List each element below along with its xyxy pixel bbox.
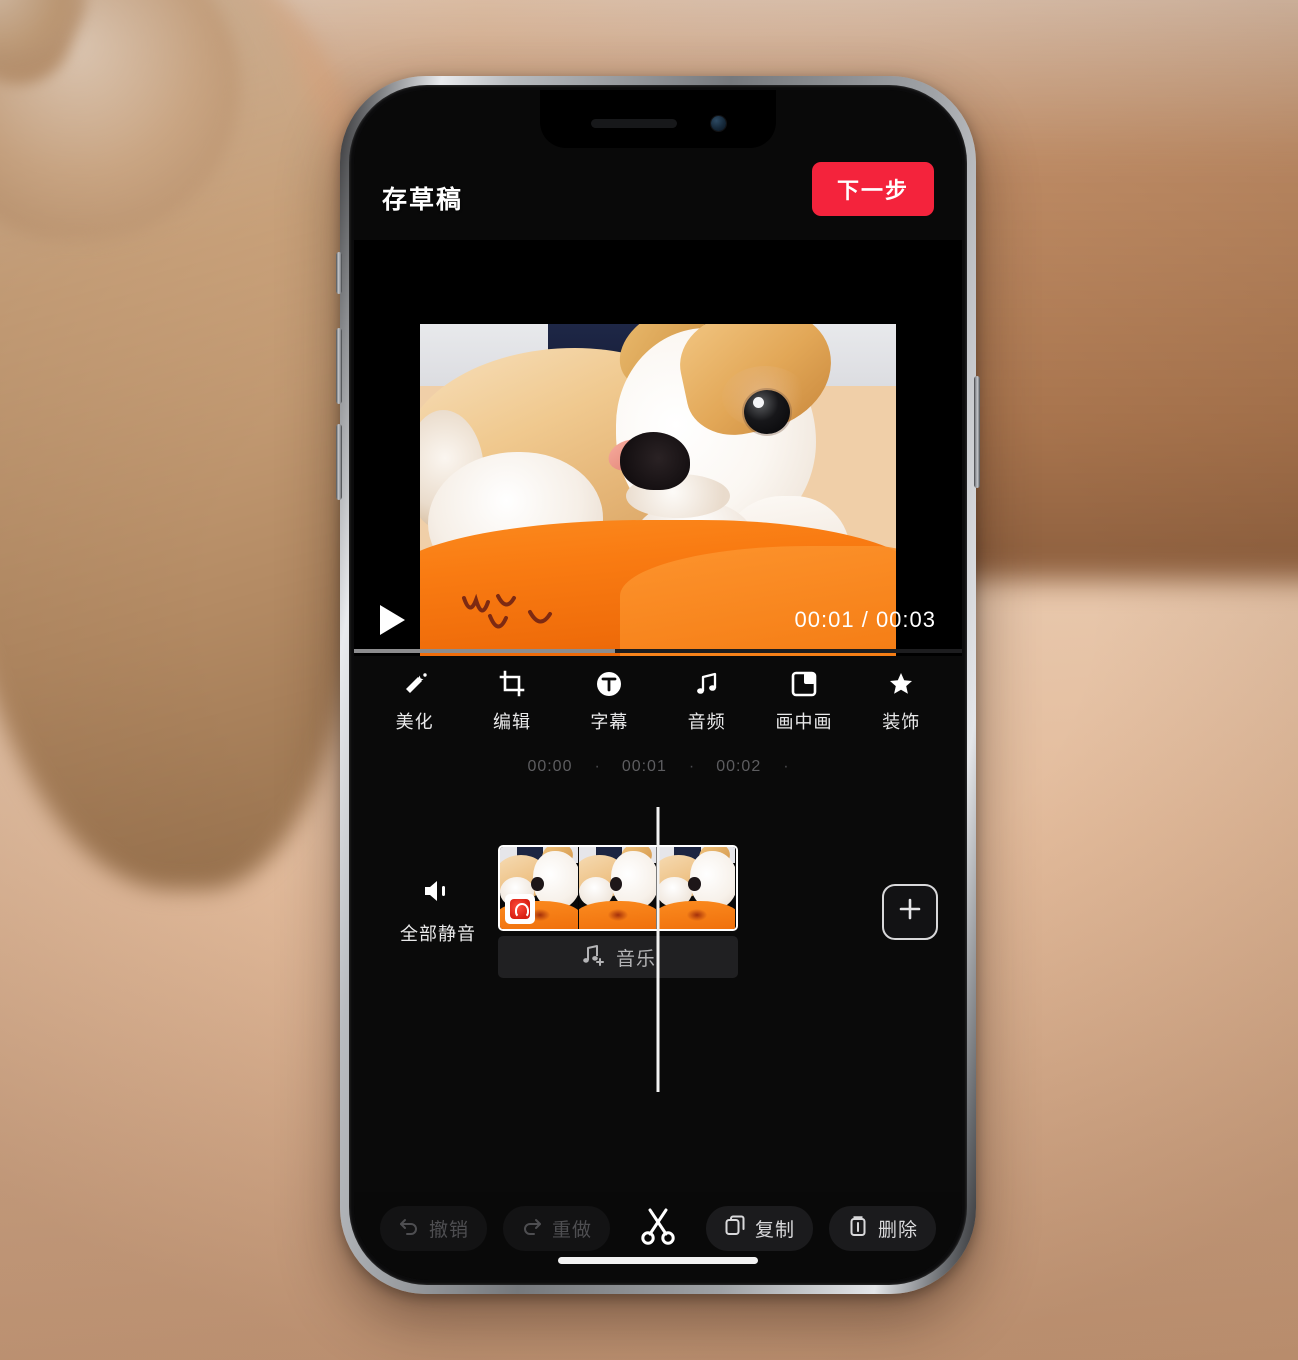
preview-puppy-nose xyxy=(620,432,690,490)
tool-label: 音频 xyxy=(687,711,726,732)
timeline-panel[interactable]: 00:00 · 00:01 · 00:02 · 全部静音 音乐 xyxy=(354,749,962,1192)
clip-action-group: 复制 删除 xyxy=(705,1205,936,1251)
split-clip-button[interactable] xyxy=(630,1200,686,1256)
playback-progress-track[interactable] xyxy=(354,649,962,653)
video-preview-area[interactable]: 00:01 / 00:03 xyxy=(354,240,962,656)
scissors-icon xyxy=(637,1205,679,1252)
tool-audio[interactable]: 音频 xyxy=(668,669,746,734)
add-music-button[interactable]: 音乐 xyxy=(498,936,738,978)
volume-up-button[interactable] xyxy=(336,328,342,404)
transition-badge-icon[interactable] xyxy=(505,894,535,924)
text-circle-icon xyxy=(594,669,624,699)
tool-label: 编辑 xyxy=(492,711,531,732)
undo-arrow-icon xyxy=(398,1216,420,1241)
tool-subtitle[interactable]: 字幕 xyxy=(570,669,648,734)
phone-screen: 存草稿 下一步 00:01 / 00:03 美化 编辑 字幕 音频 画中画 装饰… xyxy=(354,90,962,1280)
undo-button[interactable]: 撤销 xyxy=(380,1205,488,1251)
device-notch xyxy=(540,90,776,148)
ruler-separator: · xyxy=(688,758,695,775)
next-step-button[interactable]: 下一步 xyxy=(811,162,934,216)
add-music-label: 音乐 xyxy=(615,948,656,970)
delete-label: 删除 xyxy=(877,1219,918,1241)
save-draft-button[interactable]: 存草稿 xyxy=(382,180,463,216)
editor-toolbar: 美化 编辑 字幕 音频 画中画 装饰 xyxy=(354,653,962,749)
ruler-tick: 00:00 xyxy=(527,758,573,775)
mute-all-button[interactable]: 全部静音 xyxy=(378,877,498,946)
video-clip[interactable] xyxy=(498,845,738,931)
timeline-clip-group: 音乐 xyxy=(498,845,738,978)
add-clip-button[interactable] xyxy=(882,883,938,940)
music-note-icon xyxy=(692,669,722,699)
ruler-tick: 00:01 xyxy=(621,758,667,775)
ruler-separator: · xyxy=(594,758,600,775)
front-camera-icon xyxy=(710,115,726,131)
undo-label: 撤销 xyxy=(429,1219,470,1241)
tool-decoration[interactable]: 装饰 xyxy=(862,669,940,734)
clip-thumbnail xyxy=(657,847,736,929)
playback-progress-fill xyxy=(354,649,616,653)
copy-button[interactable]: 复制 xyxy=(705,1205,813,1251)
power-button[interactable] xyxy=(974,376,980,488)
volume-down-button[interactable] xyxy=(336,424,342,500)
clip-thumbnail xyxy=(578,847,658,929)
mute-switch[interactable] xyxy=(336,252,342,294)
video-editor-app: 存草稿 下一步 00:01 / 00:03 美化 编辑 字幕 音频 画中画 装饰… xyxy=(354,90,962,1280)
transport-bar: 00:01 / 00:03 xyxy=(354,587,962,653)
timeline-track-row: 全部静音 音乐 xyxy=(354,845,962,978)
star-icon xyxy=(886,669,916,699)
trash-icon xyxy=(847,1215,869,1242)
crop-icon xyxy=(497,669,527,699)
tool-label: 装饰 xyxy=(882,711,921,732)
history-action-group: 撤销 重做 xyxy=(380,1205,611,1251)
tool-label: 画中画 xyxy=(775,711,833,732)
magic-wand-icon xyxy=(400,669,430,699)
preview-puppy-eye xyxy=(744,390,790,434)
copy-icon xyxy=(724,1215,746,1242)
copy-label: 复制 xyxy=(754,1219,795,1241)
tool-label: 美化 xyxy=(395,711,434,732)
redo-button[interactable]: 重做 xyxy=(503,1205,611,1251)
ruler-tick: 00:02 xyxy=(716,758,762,775)
action-bar: 撤销 重做 复制 删除 xyxy=(354,1192,962,1280)
picture-in-picture-icon xyxy=(789,669,819,699)
ruler-separator: · xyxy=(783,758,789,775)
time-display: 00:01 / 00:03 xyxy=(794,607,936,632)
music-note-plus-icon xyxy=(580,943,606,972)
tool-beautify[interactable]: 美化 xyxy=(376,669,454,734)
tool-edit[interactable]: 编辑 xyxy=(473,669,551,734)
redo-label: 重做 xyxy=(552,1219,593,1241)
phone-device: 存草稿 下一步 00:01 / 00:03 美化 编辑 字幕 音频 画中画 装饰… xyxy=(336,76,980,1294)
speaker-mute-icon xyxy=(421,877,455,910)
plus-icon xyxy=(897,896,923,927)
redo-arrow-icon xyxy=(521,1216,543,1241)
delete-button[interactable]: 删除 xyxy=(828,1205,936,1251)
tool-label: 字幕 xyxy=(590,711,629,732)
phone-bezel: 存草稿 下一步 00:01 / 00:03 美化 编辑 字幕 音频 画中画 装饰… xyxy=(349,85,967,1285)
tool-picture-in-picture[interactable]: 画中画 xyxy=(765,669,843,734)
play-button[interactable] xyxy=(380,605,405,635)
home-indicator-bar[interactable] xyxy=(558,1257,758,1264)
mute-all-label: 全部静音 xyxy=(400,924,476,944)
timeline-ruler: 00:00 · 00:01 · 00:02 · xyxy=(354,749,962,779)
earpiece-speaker-icon xyxy=(590,118,677,128)
